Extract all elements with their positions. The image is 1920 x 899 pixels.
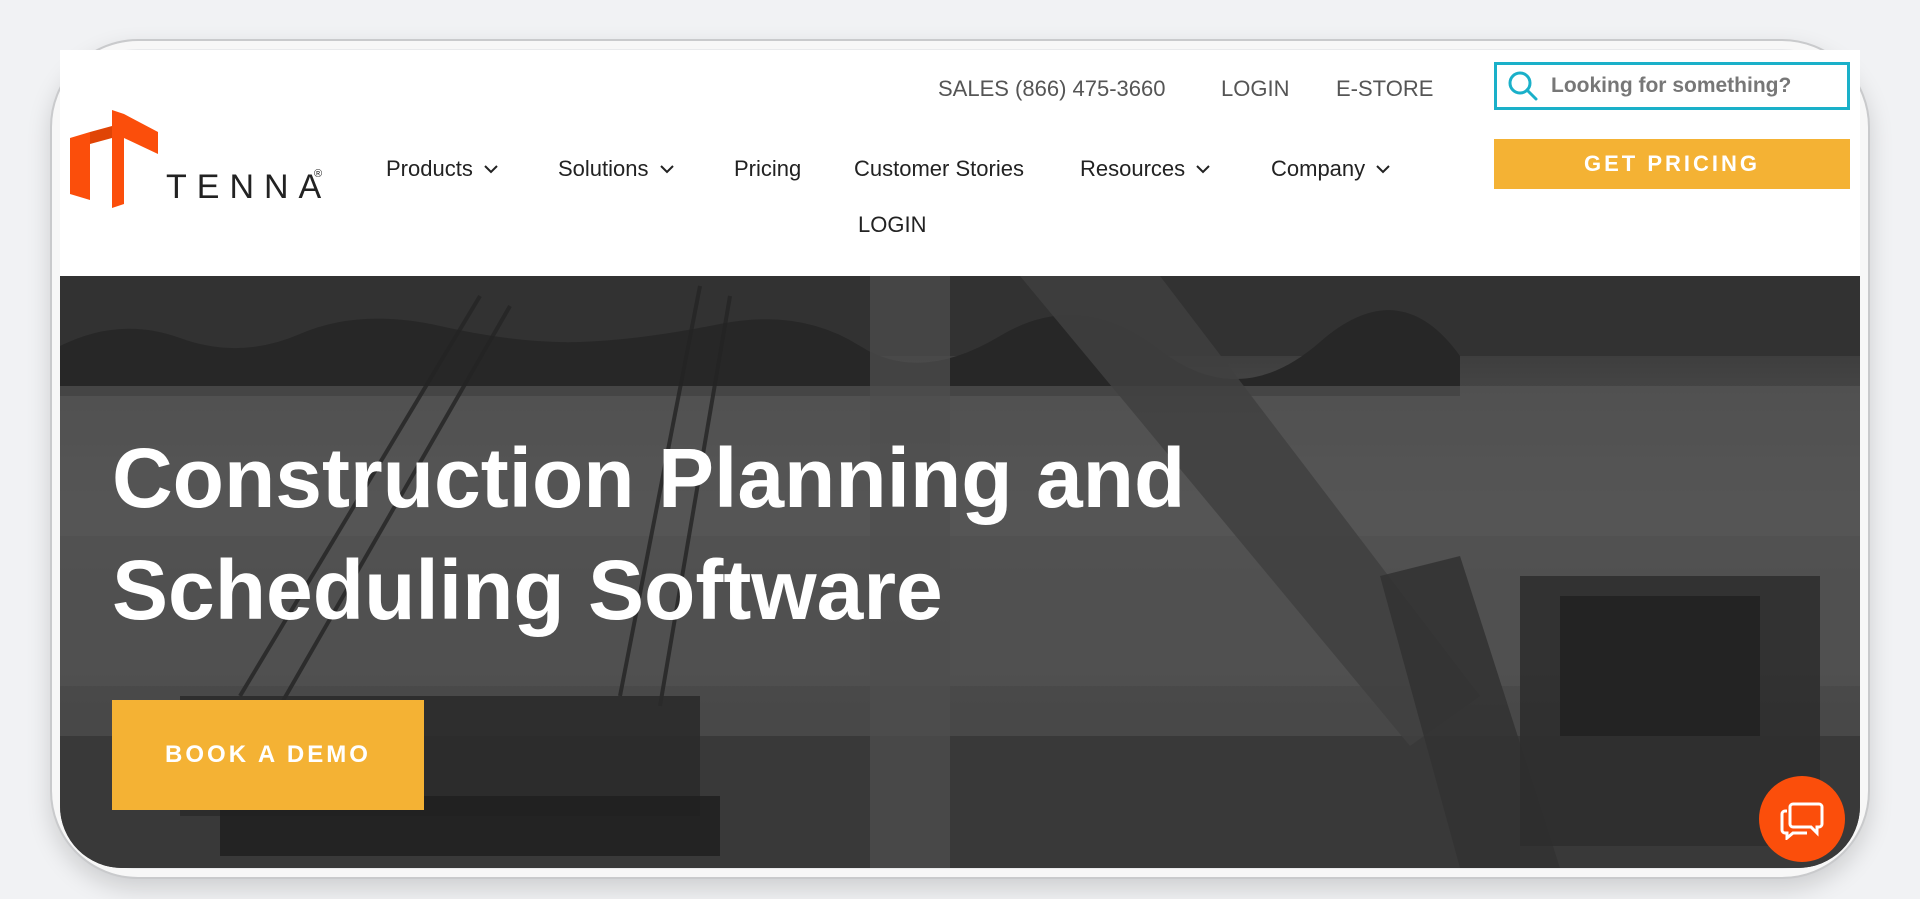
nav-item-label: Company xyxy=(1271,156,1366,181)
browser-viewport: TENNA ® SALES (866) 475-3660 LOGIN E-STO… xyxy=(60,50,1860,868)
book-demo-button[interactable]: BOOK A DEMO xyxy=(112,700,424,810)
hero-title-line-1: Construction Planning and xyxy=(112,431,1186,525)
nav-login-link[interactable]: LOGIN xyxy=(858,212,926,238)
get-pricing-button[interactable]: GET PRICING xyxy=(1494,139,1850,189)
chevron-down-icon xyxy=(484,165,498,174)
nav-item-company[interactable]: Company xyxy=(1271,156,1391,182)
nav-item-label: Solutions xyxy=(558,156,649,181)
nav-item-label: Resources xyxy=(1080,156,1186,181)
utility-login-link[interactable]: LOGIN xyxy=(1221,76,1289,102)
nav-item-label: Pricing xyxy=(734,156,802,181)
chevron-down-icon xyxy=(659,165,674,174)
nav-item-customer-stories[interactable]: Customer Stories xyxy=(854,156,1024,182)
hero-section: Construction Planning and Scheduling Sof… xyxy=(60,276,1860,868)
nav-item-resources[interactable]: Resources xyxy=(1080,156,1211,182)
sales-phone-link[interactable]: SALES (866) 475-3660 xyxy=(938,76,1166,102)
main-nav: Products Solutions Pricing Customer Stor… xyxy=(60,156,1510,196)
hero-title: Construction Planning and Scheduling Sof… xyxy=(112,422,1412,646)
chevron-down-icon xyxy=(1196,165,1210,174)
chat-icon xyxy=(1780,802,1824,840)
nav-item-pricing[interactable]: Pricing xyxy=(734,156,801,182)
search-box[interactable] xyxy=(1494,62,1850,110)
chevron-down-icon xyxy=(1376,165,1390,174)
hero-title-line-2: Scheduling Software xyxy=(112,543,943,637)
chat-launcher-button[interactable] xyxy=(1759,776,1845,862)
nav-item-label: Customer Stories xyxy=(854,156,1024,181)
search-input[interactable] xyxy=(1549,73,1843,99)
estore-link[interactable]: E-STORE xyxy=(1336,76,1433,102)
nav-item-solutions[interactable]: Solutions xyxy=(558,156,675,182)
search-icon[interactable] xyxy=(1505,68,1541,104)
site-header: TENNA ® SALES (866) 475-3660 LOGIN E-STO… xyxy=(60,50,1860,276)
nav-item-label: Products xyxy=(386,156,473,181)
nav-item-products[interactable]: Products xyxy=(386,156,499,182)
